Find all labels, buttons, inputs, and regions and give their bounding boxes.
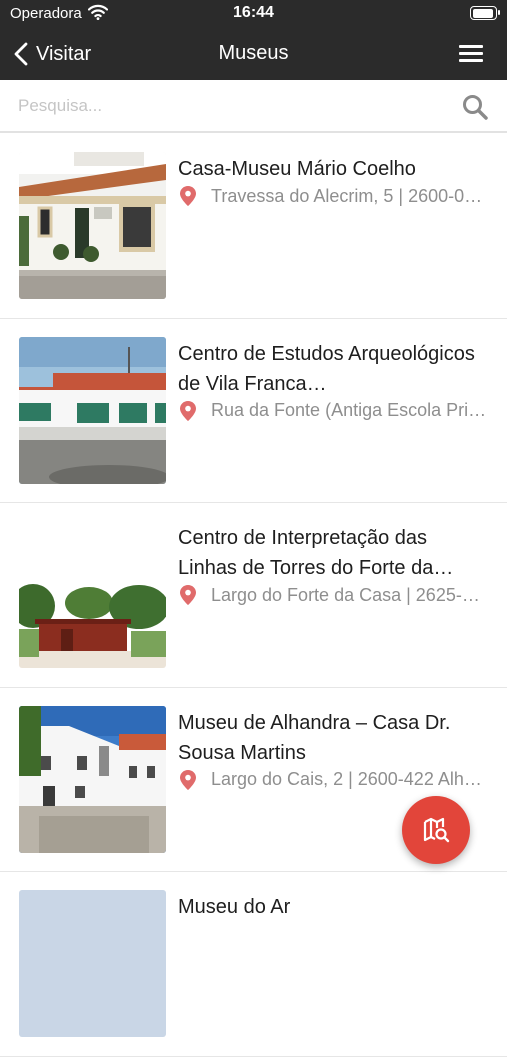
- location-pin-icon: [180, 400, 196, 421]
- museum-address: Largo do Cais, 2 | 2600-422 Alhandra: [178, 768, 488, 792]
- menu-icon[interactable]: [459, 43, 483, 63]
- museum-photo: [19, 152, 166, 299]
- location-pin-icon: [180, 585, 196, 605]
- search-input[interactable]: [18, 90, 438, 122]
- address-text: Travessa do Alecrim, 5 | 2600-085 Vila F…: [211, 185, 488, 206]
- battery-icon: [470, 6, 500, 20]
- museum-address: Rua da Fonte (Antiga Escola Primária): [178, 399, 488, 423]
- museum-photo: [19, 521, 166, 668]
- museum-list: Casa-Museu Mário Coelho Travessa do Alec…: [0, 134, 507, 1057]
- museum-photo: [19, 890, 166, 1037]
- search-bar: [0, 80, 507, 133]
- list-item[interactable]: Centro de Interpretação das Linhas de To…: [0, 503, 507, 688]
- location-pin-icon: [180, 769, 196, 790]
- search-icon[interactable]: [461, 93, 489, 121]
- museum-photo: [19, 705, 166, 853]
- museum-name: Casa-Museu Mário Coelho: [178, 158, 416, 180]
- museum-address: Travessa do Alecrim, 5 | 2600-085 Vila F…: [178, 184, 488, 208]
- museum-address: Largo do Forte da Casa | 2625-000 Forte …: [178, 583, 488, 607]
- museum-name: Museu do Ar: [178, 896, 291, 918]
- museum-name: Centro de Estudos Arqueológicos de Vila …: [178, 342, 475, 395]
- list-item[interactable]: Centro de Estudos Arqueológicos de Vila …: [0, 319, 507, 503]
- status-bar: Operadora 16:44: [0, 0, 507, 28]
- page-title: Museus: [218, 42, 289, 64]
- museum-name: Centro de Interpretação das Linhas de To…: [178, 527, 454, 579]
- museum-photo: [19, 336, 166, 484]
- list-item[interactable]: Casa-Museu Mário Coelho Travessa do Alec…: [0, 134, 507, 319]
- address-text: Rua da Fonte (Antiga Escola Primária): [211, 400, 488, 420]
- location-pin-icon: [180, 186, 196, 206]
- navigation-bar: Visitar Museus: [0, 28, 507, 80]
- map-search-icon: [423, 817, 450, 843]
- museum-name: Museu de Alhandra – Casa Dr. Sousa Marti…: [178, 711, 451, 764]
- address-text: Largo do Cais, 2 | 2600-422 Alhandra: [211, 769, 488, 789]
- map-search-button[interactable]: [402, 796, 470, 864]
- clock: 16:44: [233, 4, 274, 21]
- address-text: Largo do Forte da Casa | 2625-000 Forte …: [211, 584, 488, 605]
